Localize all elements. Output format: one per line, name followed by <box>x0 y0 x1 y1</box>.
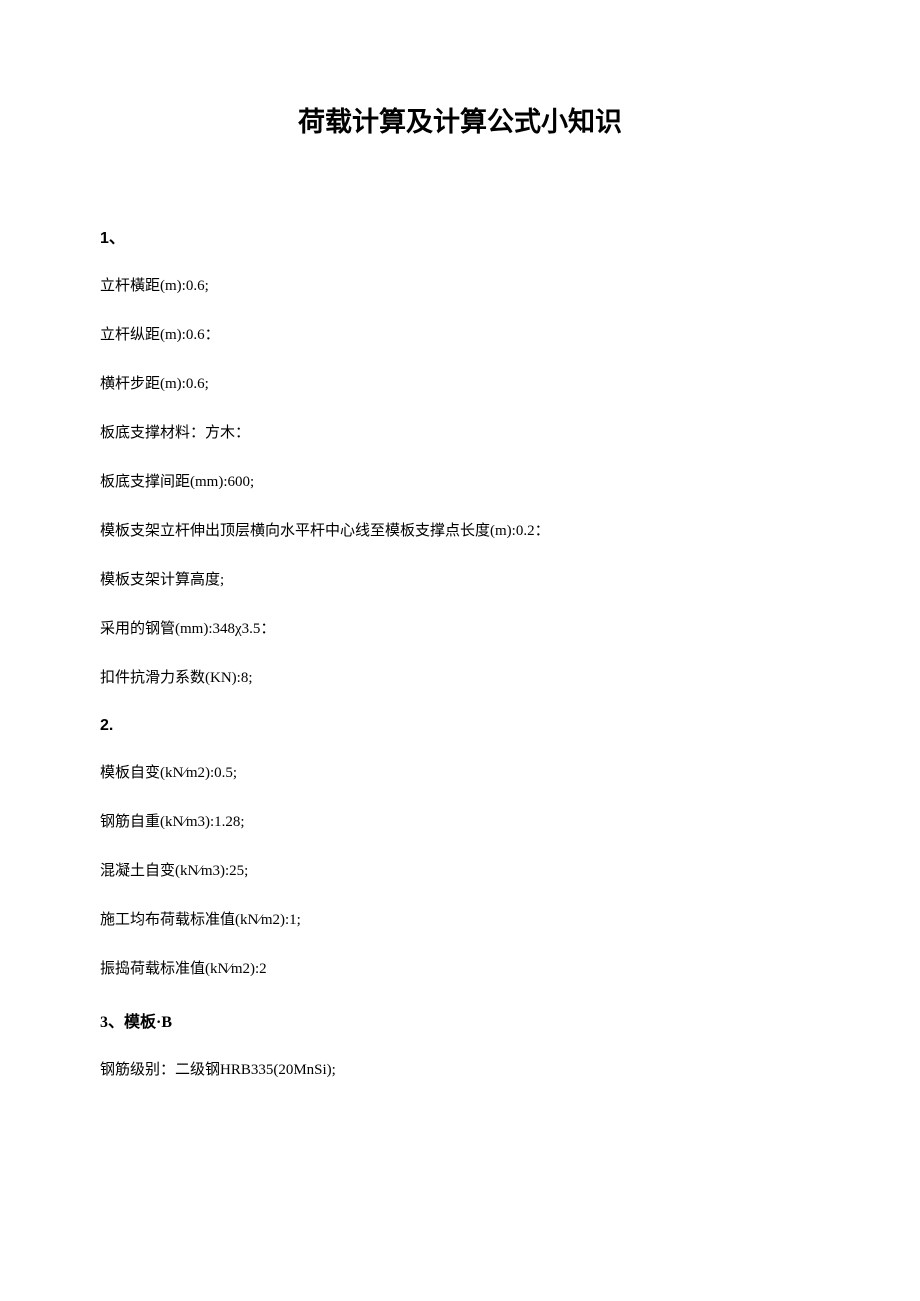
text-line: 板底支撑间距(mm):600; <box>100 472 820 493</box>
section-2-heading: 2. <box>100 717 820 735</box>
section-3-heading: 3、模板·B <box>100 1008 820 1032</box>
text-line: 混凝土自变(kN⁄m3):25; <box>100 861 820 882</box>
text-line: 模板支架计算高度; <box>100 570 820 591</box>
section-3-heading-text: 3、模板·B <box>100 1014 172 1031</box>
text-line: 模板自变(kN⁄m2):0.5; <box>100 763 820 784</box>
text-line: 横杆步距(m):0.6; <box>100 374 820 395</box>
text-line: 采用的钢管(mm):348χ3.5： <box>100 619 820 640</box>
text-line: 钢筋级别：二级钢HRB335(20MnSi); <box>100 1060 820 1081</box>
section-3: 3、模板·B 钢筋级别：二级钢HRB335(20MnSi); <box>100 1008 820 1081</box>
text-line: 立杆橫距(m):0.6; <box>100 276 820 297</box>
text-line: 模板支架立杆伸出顶层横向水平杆中心线至模板支撑点长度(m):0.2： <box>100 521 820 542</box>
text-line: 立杆纵距(m):0.6： <box>100 325 820 346</box>
section-1: 1、 立杆橫距(m):0.6; 立杆纵距(m):0.6： 横杆步距(m):0.6… <box>100 224 820 689</box>
text-line: 板底支撑材料：方木： <box>100 423 820 444</box>
text-line: 钢筋自重(kN⁄m3):1.28; <box>100 812 820 833</box>
text-line: 扣件抗滑力系数(KN):8; <box>100 668 820 689</box>
section-1-heading-text: 1、 <box>100 230 125 247</box>
section-2-heading-text: 2. <box>100 717 113 734</box>
section-1-heading: 1、 <box>100 224 820 248</box>
text-line: 施工均布荷载标准值(kN⁄m2):1; <box>100 910 820 931</box>
section-2: 2. 模板自变(kN⁄m2):0.5; 钢筋自重(kN⁄m3):1.28; 混凝… <box>100 717 820 980</box>
text-line: 振捣荷载标准值(kN⁄m2):2 <box>100 959 820 980</box>
page-title: 荷载计算及计算公式小知识 <box>100 100 820 139</box>
